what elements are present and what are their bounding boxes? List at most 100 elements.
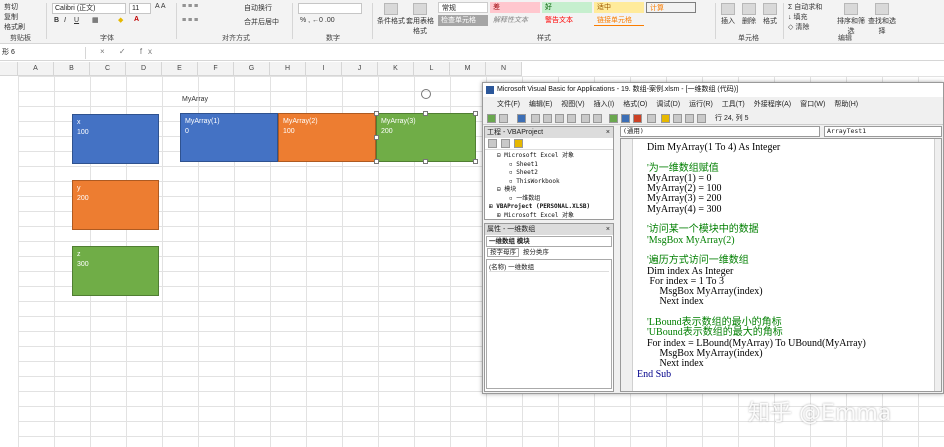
properties-icon[interactable]: [673, 114, 682, 123]
save-icon[interactable]: [517, 114, 526, 123]
column-header[interactable]: E: [162, 62, 198, 76]
font-size-select[interactable]: 11: [129, 3, 151, 14]
procedure-dropdown[interactable]: ArrayTest1: [824, 126, 942, 137]
code-line[interactable]: Next index: [637, 358, 866, 369]
copy-button[interactable]: 复制: [4, 12, 18, 22]
code-line[interactable]: End Sub: [637, 369, 866, 380]
code-line[interactable]: MyArray(4) = 300: [637, 204, 866, 215]
toggle-folders-icon[interactable]: [514, 139, 523, 148]
select-all-corner[interactable]: [0, 62, 18, 76]
code-gutter[interactable]: [621, 139, 633, 391]
style-good[interactable]: 好: [542, 2, 592, 13]
tree-node[interactable]: ⊞ Microsoft Excel 对象: [487, 212, 611, 221]
column-header[interactable]: F: [198, 62, 234, 76]
excel-view-icon[interactable]: [487, 114, 496, 123]
tab-alphabetic[interactable]: 按字母序: [487, 248, 519, 257]
fill-button[interactable]: ↓ 填充: [788, 12, 807, 22]
code-window[interactable]: Dim MyArray(1 To 4) As Integer '为一维数组赋值 …: [620, 138, 942, 392]
vba-menu-item[interactable]: 运行(R): [689, 101, 713, 108]
column-header[interactable]: H: [270, 62, 306, 76]
style-normal[interactable]: 常规: [438, 2, 488, 13]
project-tree[interactable]: ⊟ Microsoft Excel 对象 ▫ Sheet1 ▫ Sheet2 ▫…: [485, 150, 613, 222]
reset-icon[interactable]: [633, 114, 642, 123]
vba-menu-item[interactable]: 文件(F): [497, 101, 520, 108]
code-line[interactable]: 'MsgBox MyArray(2): [637, 235, 866, 246]
insert-cells-button[interactable]: 插入: [718, 3, 738, 26]
selection-handle[interactable]: [423, 159, 428, 164]
tab-categorized[interactable]: 按分类序: [521, 249, 551, 256]
style-check-cell[interactable]: 检查单元格: [438, 15, 488, 26]
column-header[interactable]: J: [342, 62, 378, 76]
paste-icon[interactable]: [555, 114, 564, 123]
view-object-icon[interactable]: [501, 139, 510, 148]
vba-menu-item[interactable]: 外接程序(A): [754, 101, 791, 108]
code-scrollbar[interactable]: [934, 139, 941, 391]
code-line[interactable]: Next index: [637, 297, 866, 308]
tree-node[interactable]: ⊞ VBAProject (PERSONAL.XLSB): [487, 203, 611, 212]
italic-icon[interactable]: I: [64, 17, 66, 24]
project-explorer-icon[interactable]: [661, 114, 670, 123]
style-warning[interactable]: 警告文本: [542, 15, 592, 26]
code-line[interactable]: Dim MyArray(1 To 4) As Integer: [637, 142, 866, 153]
break-icon[interactable]: [621, 114, 630, 123]
column-header[interactable]: K: [378, 62, 414, 76]
column-header[interactable]: L: [414, 62, 450, 76]
properties-object-select[interactable]: 一维数组 模块: [486, 236, 612, 247]
vba-menu-item[interactable]: 调试(D): [656, 101, 680, 108]
vba-menu-item[interactable]: 插入(I): [594, 101, 615, 108]
selection-handle[interactable]: [473, 111, 478, 116]
undo-icon[interactable]: [581, 114, 590, 123]
style-bad[interactable]: 差: [490, 2, 540, 13]
toolbox-icon[interactable]: [697, 114, 706, 123]
shape-myarray-2[interactable]: MyArray(2) 100: [278, 113, 376, 162]
sort-filter-button[interactable]: 排序和筛选: [836, 3, 866, 36]
fill-color-icon[interactable]: ◆: [118, 16, 123, 24]
vba-menu-item[interactable]: 视图(V): [561, 101, 584, 108]
align-left-icon[interactable]: ≡ ≡ ≡: [182, 17, 198, 24]
tree-node[interactable]: ▫ Sheet1: [487, 161, 611, 170]
format-as-table-button[interactable]: 套用表格格式: [405, 3, 435, 36]
format-painter-button[interactable]: 格式刷: [4, 22, 25, 32]
style-neutral[interactable]: 适中: [594, 2, 644, 13]
cut-icon[interactable]: [531, 114, 540, 123]
border-icon[interactable]: ▦: [92, 16, 99, 24]
column-header[interactable]: N: [486, 62, 522, 76]
selection-handle[interactable]: [374, 135, 379, 140]
run-icon[interactable]: [609, 114, 618, 123]
number-format-icons[interactable]: % , ←0 .00: [300, 17, 335, 24]
shape-y[interactable]: y 200: [72, 180, 159, 230]
property-row-name[interactable]: (名称) 一维数组: [489, 261, 609, 272]
view-code-icon[interactable]: [488, 139, 497, 148]
selection-handle[interactable]: [374, 159, 379, 164]
grow-font-icon[interactable]: A A: [155, 3, 166, 10]
properties-panel[interactable]: 属性 - 一维数组 × 一维数组 模块 按字母序 按分类序 (名称) 一维数组: [484, 223, 614, 392]
style-linked-cell[interactable]: 链接单元格: [594, 15, 644, 26]
clear-button[interactable]: ◇ 清除: [788, 22, 809, 32]
redo-icon[interactable]: [593, 114, 602, 123]
properties-grid[interactable]: (名称) 一维数组: [486, 259, 612, 389]
formula-icons[interactable]: × ✓ fx: [100, 47, 158, 56]
column-header[interactable]: M: [450, 62, 486, 76]
shape-myarray-3[interactable]: MyArray(3) 200: [376, 113, 476, 162]
number-format-select[interactable]: [298, 3, 362, 14]
shape-x[interactable]: x 100: [72, 114, 159, 164]
code-text[interactable]: Dim MyArray(1 To 4) As Integer '为一维数组赋值 …: [637, 142, 866, 380]
column-header[interactable]: I: [306, 62, 342, 76]
find-icon[interactable]: [567, 114, 576, 123]
rotate-handle-icon[interactable]: [421, 89, 431, 99]
column-header[interactable]: A: [18, 62, 54, 76]
copy-icon[interactable]: [543, 114, 552, 123]
font-color-icon[interactable]: A: [134, 16, 139, 23]
style-explanatory[interactable]: 解释性文本: [490, 15, 540, 26]
selection-handle[interactable]: [473, 159, 478, 164]
column-header[interactable]: C: [90, 62, 126, 76]
vba-menu-item[interactable]: 帮助(H): [834, 101, 858, 108]
project-explorer-panel[interactable]: 工程 - VBAProject × ⊟ Microsoft Excel 对象 ▫…: [484, 126, 614, 220]
vba-menu-item[interactable]: 格式(O): [623, 101, 647, 108]
font-name-select[interactable]: Calibri (正文): [52, 3, 126, 14]
shape-myarray-1[interactable]: MyArray(1) 0: [180, 113, 278, 162]
insert-module-icon[interactable]: [499, 114, 508, 123]
name-box[interactable]: 形 6: [0, 47, 86, 59]
underline-icon[interactable]: U: [74, 17, 79, 24]
selection-handle[interactable]: [374, 111, 379, 116]
